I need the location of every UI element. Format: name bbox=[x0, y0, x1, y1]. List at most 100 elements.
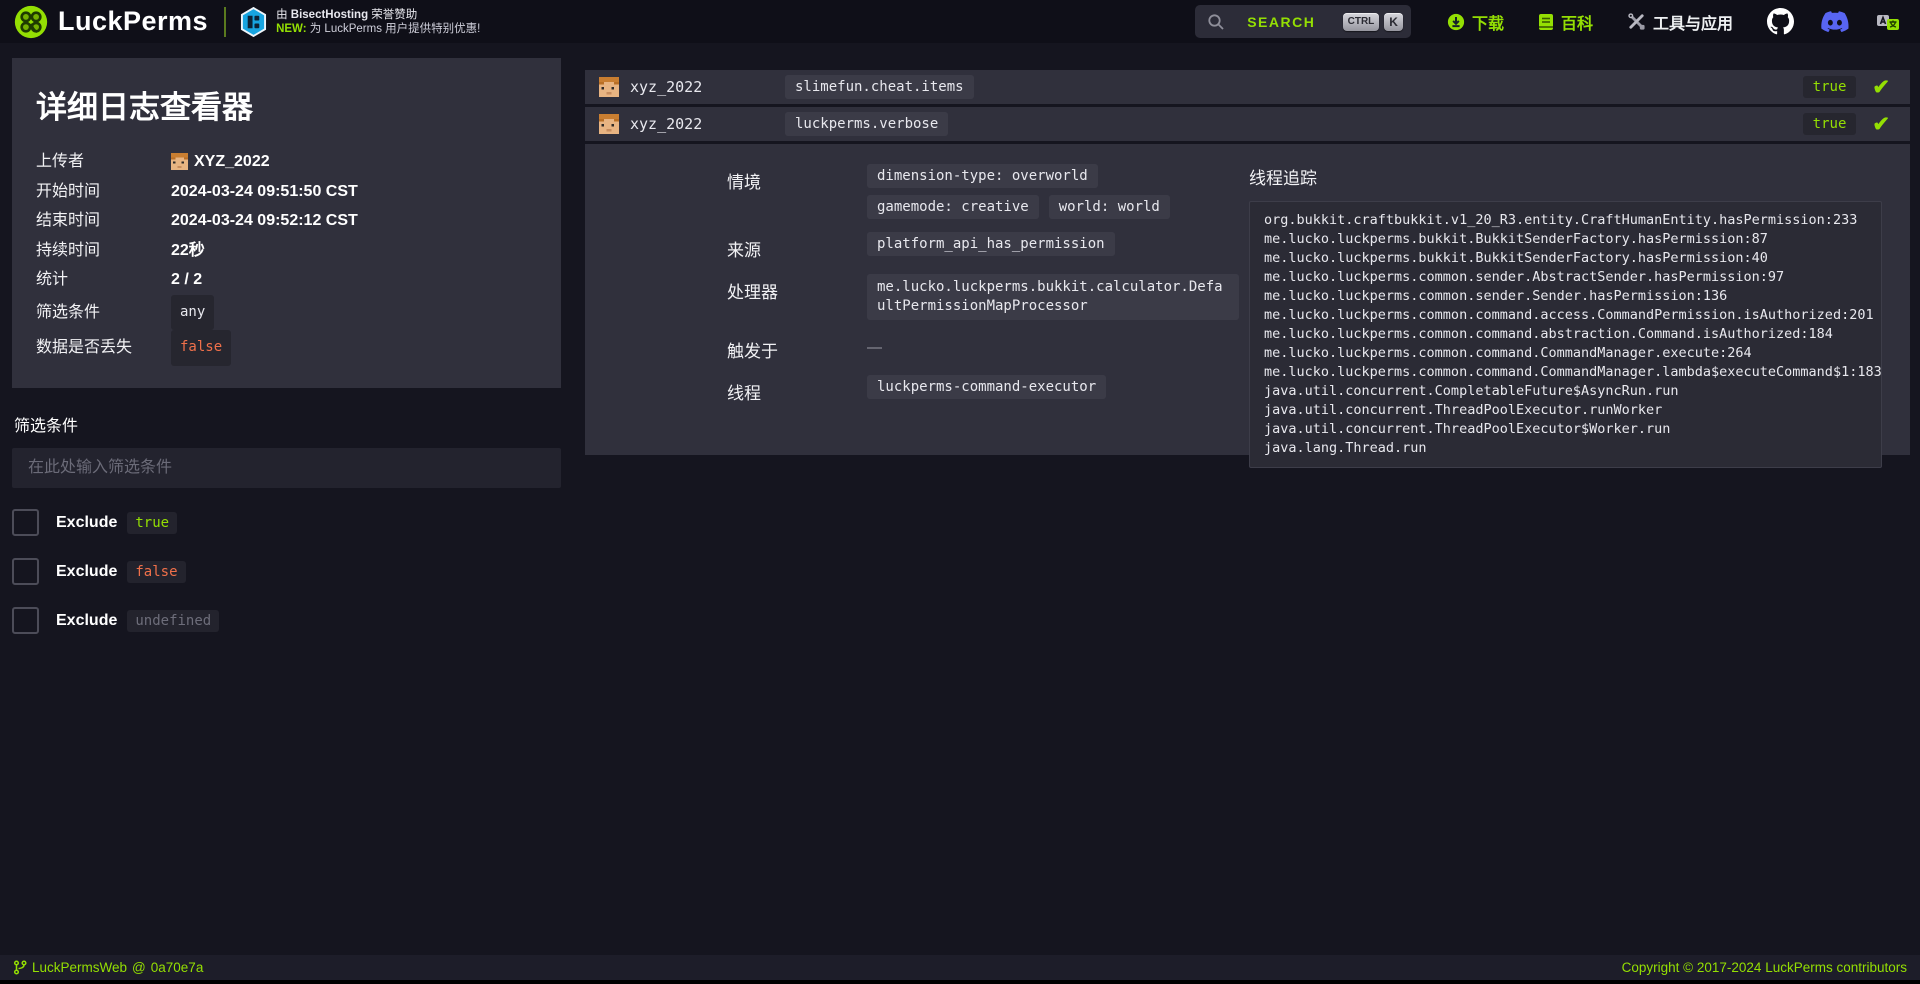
thread-badge: luckperms-command-executor bbox=[867, 375, 1106, 399]
page-title: 详细日志查看器 bbox=[36, 82, 537, 127]
key-ctrl: CTRL bbox=[1343, 13, 1380, 31]
result-badge: true bbox=[1803, 76, 1857, 98]
footer-bar: LuckPermsWeb @ 0a70e7a Copyright © 2017-… bbox=[0, 955, 1920, 980]
discord-icon bbox=[1820, 11, 1850, 33]
field-thread: 线程 luckperms-command-executor bbox=[727, 375, 1249, 404]
context-badge: world: world bbox=[1049, 195, 1170, 219]
search-box[interactable]: SEARCH CTRL K bbox=[1195, 5, 1411, 38]
log-row[interactable]: xyz_2022 slimefun.cheat.items true ✔ bbox=[585, 70, 1910, 104]
meta-row-duration: 持续时间 22秒 bbox=[36, 236, 537, 266]
luckperms-logo-icon bbox=[14, 5, 48, 39]
trace-line: me.lucko.luckperms.bukkit.BukkitSenderFa… bbox=[1264, 249, 1867, 268]
log-info-panel: 详细日志查看器 上传者 bbox=[12, 58, 561, 388]
exclude-true-checkbox[interactable] bbox=[12, 509, 39, 536]
player-avatar bbox=[599, 114, 619, 134]
meta-label: 上传者 bbox=[36, 147, 171, 177]
meta-label: 筛选条件 bbox=[36, 298, 171, 328]
exclude-false-checkbox[interactable] bbox=[12, 558, 39, 585]
footer-commit-link[interactable]: 0a70e7a bbox=[151, 960, 204, 975]
detail-panel: 情境 dimension-type: overworld gamemode: c… bbox=[585, 144, 1910, 455]
content: 详细日志查看器 上传者 bbox=[0, 43, 1920, 955]
filter-heading: 筛选条件 bbox=[14, 412, 561, 436]
tools-icon bbox=[1627, 12, 1646, 31]
exclude-value-badge: undefined bbox=[127, 610, 219, 632]
uploader-avatar bbox=[171, 153, 188, 170]
trace-line: org.bukkit.craftbukkit.v1_20_R3.entity.C… bbox=[1264, 211, 1867, 230]
row-username: xyz_2022 bbox=[630, 78, 702, 96]
bottom-strip bbox=[0, 980, 1920, 984]
search-label: SEARCH bbox=[1225, 14, 1338, 30]
trace-line: me.lucko.luckperms.common.command.Comman… bbox=[1264, 363, 1867, 382]
sidebar: 详细日志查看器 上传者 bbox=[12, 58, 561, 955]
meta-label: 统计 bbox=[36, 265, 171, 295]
check-icon: ✔ bbox=[1872, 77, 1890, 98]
meta-row-truncated: 数据是否丢失 false bbox=[36, 330, 537, 366]
exclude-row-true: Exclude true bbox=[12, 509, 561, 537]
field-processor: 处理器 me.lucko.luckperms.bukkit.calculator… bbox=[727, 274, 1249, 320]
filter-mode-badge: any bbox=[171, 295, 214, 331]
bisecthosting-logo-icon bbox=[240, 7, 267, 37]
meta-label: 结束时间 bbox=[36, 206, 171, 236]
meta-row-start-time: 开始时间 2024-03-24 09:51:50 CST bbox=[36, 177, 537, 207]
context-badge: gamemode: creative bbox=[867, 195, 1039, 219]
trace-line: me.lucko.luckperms.common.sender.Sender.… bbox=[1264, 287, 1867, 306]
search-icon bbox=[1207, 13, 1225, 31]
exclude-undefined-checkbox[interactable] bbox=[12, 607, 39, 634]
main-log-area: xyz_2022 slimefun.cheat.items true ✔ bbox=[585, 70, 1910, 955]
detail-fields: 情境 dimension-type: overworld gamemode: c… bbox=[727, 164, 1249, 455]
context-badge: dimension-type: overworld bbox=[867, 164, 1098, 188]
footer-copyright: Copyright © 2017-2024 LuckPerms contribu… bbox=[1622, 960, 1907, 975]
permission-badge: slimefun.cheat.items bbox=[785, 75, 974, 99]
sponsor-text: 由 BisectHosting 荣誉赞助 NEW: 为 LuckPerms 用户… bbox=[276, 8, 480, 36]
key-k: K bbox=[1384, 13, 1403, 31]
meta-row-count: 统计 2 / 2 bbox=[36, 265, 537, 295]
processor-badge: me.lucko.luckperms.bukkit.calculator.Def… bbox=[867, 274, 1239, 320]
nav-link-wiki[interactable]: 百科 bbox=[1538, 10, 1593, 34]
trace-section: 线程追踪 org.bukkit.craftbukkit.v1_20_R3.ent… bbox=[1249, 164, 1886, 455]
exclude-row-false: Exclude false bbox=[12, 558, 561, 586]
filter-input[interactable] bbox=[12, 448, 561, 488]
meta-value: XYZ_2022 bbox=[171, 147, 270, 177]
meta-label: 持续时间 bbox=[36, 236, 171, 266]
origin-badge: platform_api_has_permission bbox=[867, 232, 1115, 256]
discord-link[interactable] bbox=[1820, 11, 1850, 33]
navbar-brand[interactable]: LuckPerms bbox=[14, 5, 208, 39]
branch-icon bbox=[13, 960, 27, 975]
field-cause: 触发于 — bbox=[727, 333, 1249, 362]
download-icon bbox=[1447, 13, 1465, 31]
brand-name: LuckPerms bbox=[58, 6, 208, 37]
field-origin: 来源 platform_api_has_permission bbox=[727, 232, 1249, 261]
cause-dash: — bbox=[867, 333, 882, 362]
sponsor-banner[interactable]: 由 BisectHosting 荣誉赞助 NEW: 为 LuckPerms 用户… bbox=[240, 7, 480, 37]
github-link[interactable] bbox=[1767, 8, 1794, 35]
translate-button[interactable] bbox=[1876, 13, 1900, 31]
navbar: LuckPerms 由 BisectHosting 荣誉赞助 NEW: 为 Lu… bbox=[0, 0, 1920, 43]
exclude-row-undefined: Exclude undefined bbox=[12, 607, 561, 635]
trace-line: java.util.concurrent.ThreadPoolExecutor$… bbox=[1264, 420, 1867, 439]
meta-row-uploader: 上传者 XYZ_2022 bbox=[36, 147, 537, 177]
meta-label: 数据是否丢失 bbox=[36, 333, 171, 363]
truncated-badge: false bbox=[171, 330, 231, 366]
trace-line: java.util.concurrent.CompletableFuture$A… bbox=[1264, 382, 1867, 401]
row-username: xyz_2022 bbox=[630, 115, 702, 133]
meta-label: 开始时间 bbox=[36, 177, 171, 207]
footer-separator: @ bbox=[132, 960, 146, 975]
nav-link-tools[interactable]: 工具与应用 bbox=[1627, 10, 1733, 34]
trace-line: java.lang.Thread.run bbox=[1264, 439, 1867, 458]
footer-app-link[interactable]: LuckPermsWeb bbox=[32, 960, 127, 975]
permission-badge: luckperms.verbose bbox=[785, 112, 948, 136]
exclude-value-badge: true bbox=[127, 512, 177, 534]
trace-line: me.lucko.luckperms.common.command.access… bbox=[1264, 306, 1867, 325]
trace-line: me.lucko.luckperms.common.command.Comman… bbox=[1264, 344, 1867, 363]
nav-link-download[interactable]: 下载 bbox=[1447, 10, 1504, 34]
trace-line: me.lucko.luckperms.bukkit.BukkitSenderFa… bbox=[1264, 230, 1867, 249]
result-badge: true bbox=[1803, 113, 1857, 135]
check-icon: ✔ bbox=[1872, 114, 1890, 135]
wiki-icon bbox=[1538, 13, 1554, 31]
trace-heading: 线程追踪 bbox=[1249, 164, 1886, 189]
nav-divider bbox=[224, 7, 226, 37]
log-row[interactable]: xyz_2022 luckperms.verbose true ✔ bbox=[585, 107, 1910, 141]
trace-line: me.lucko.luckperms.common.command.abstra… bbox=[1264, 325, 1867, 344]
translate-icon bbox=[1876, 13, 1900, 31]
meta-row-end-time: 结束时间 2024-03-24 09:52:12 CST bbox=[36, 206, 537, 236]
